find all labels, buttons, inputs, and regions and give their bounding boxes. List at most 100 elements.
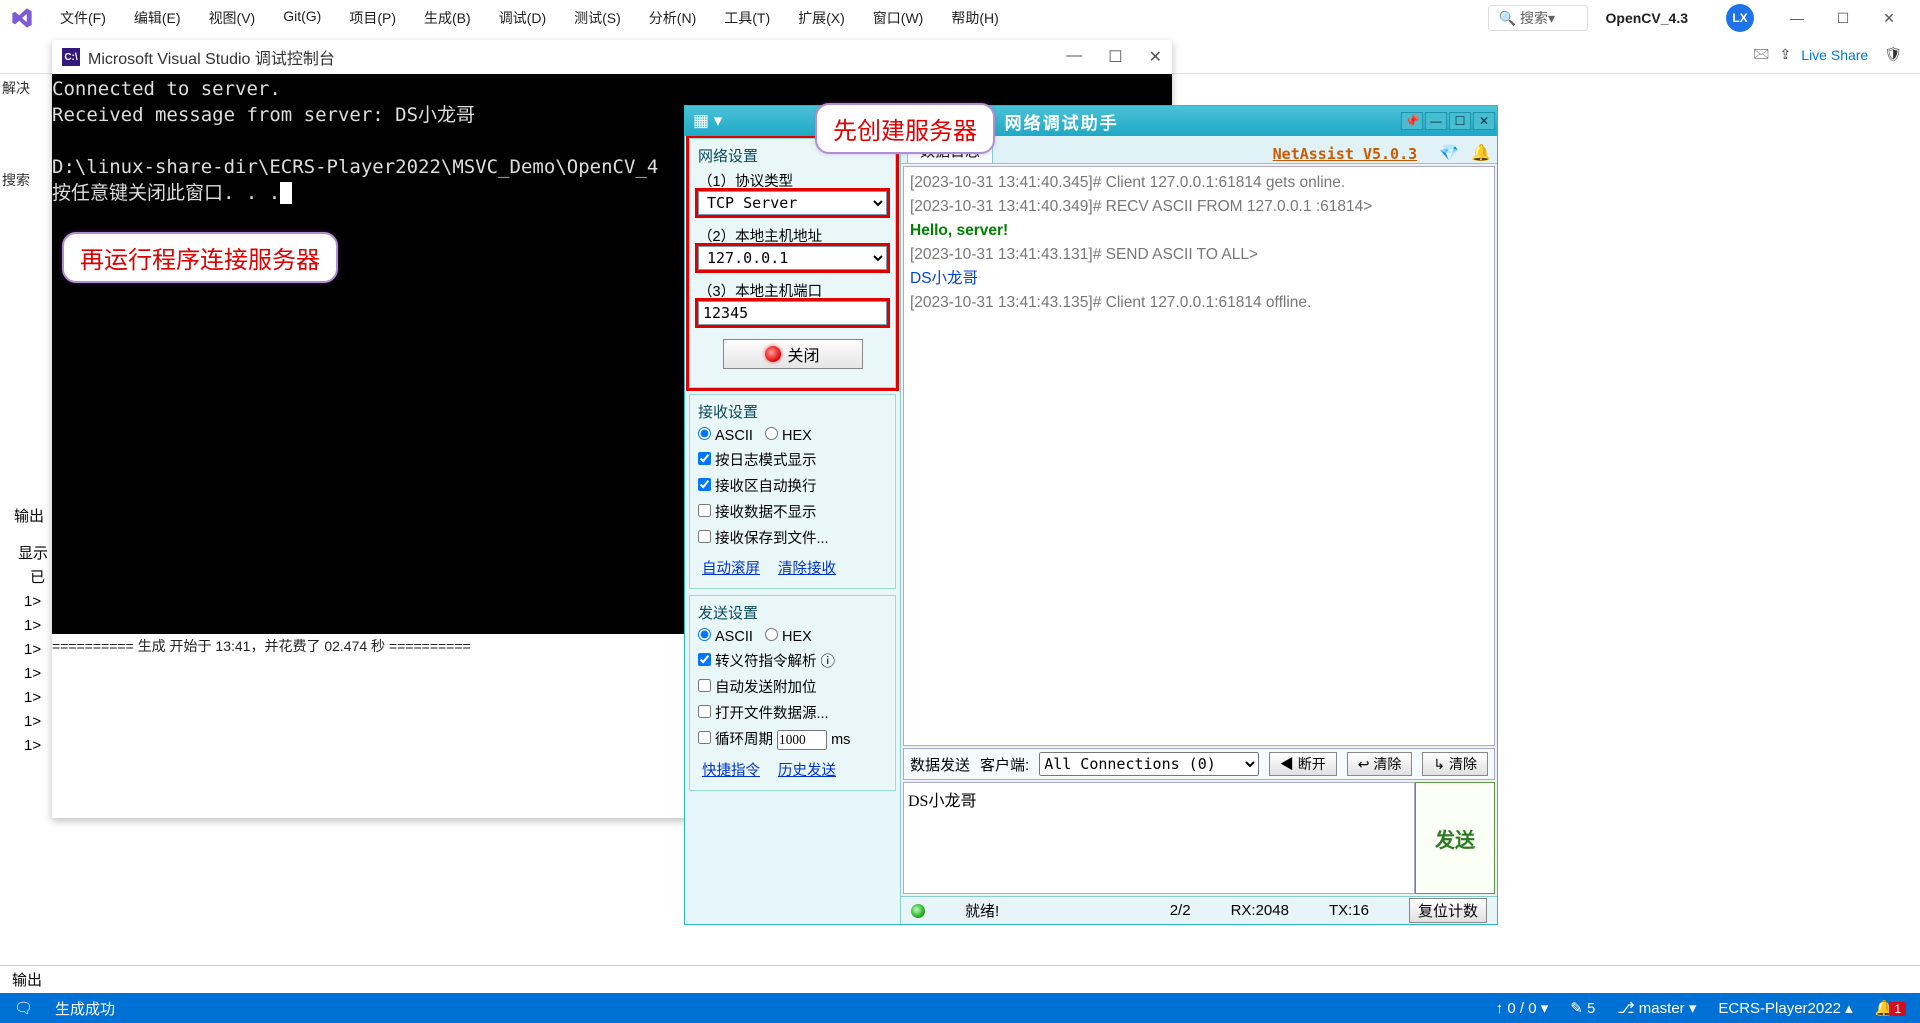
na-maximize-icon[interactable]: ☐ bbox=[1449, 112, 1471, 130]
clear-right-button[interactable]: ↳ 清除 bbox=[1422, 752, 1488, 776]
vs-logo-icon bbox=[8, 4, 36, 32]
vs-titlebar: 文件(F)编辑(E)视图(V)Git(G)项目(P)生成(B)调试(D)测试(S… bbox=[0, 0, 1920, 36]
output-tab-label[interactable]: 输出 bbox=[14, 505, 50, 526]
live-share-icon[interactable]: ⇪ bbox=[1780, 46, 1792, 63]
bell-icon[interactable]: 🔔1 bbox=[1875, 999, 1906, 1017]
recv-ascii-radio[interactable]: ASCII HEX bbox=[698, 427, 887, 444]
na-send-area: 发送 bbox=[903, 782, 1495, 894]
send-escape-check[interactable]: 转义符指令解析 ⓘ bbox=[698, 650, 887, 671]
clear-recv-link[interactable]: 清除接收 bbox=[778, 557, 836, 578]
na-statusbar: 就绪! 2/2 RX:2048 TX:16 复位计数 bbox=[901, 896, 1497, 924]
log-line: [2023-10-31 13:41:40.345]# Client 127.0.… bbox=[910, 171, 1488, 195]
menu-编辑(E)[interactable]: 编辑(E) bbox=[122, 4, 193, 32]
live-share-button[interactable]: Live Share bbox=[1801, 47, 1868, 63]
autoscroll-link[interactable]: 自动滚屏 bbox=[702, 557, 760, 578]
maximize-icon[interactable]: ☐ bbox=[1820, 10, 1866, 27]
netassist-window: ▦ ▾ 网络调试助手 📌 — ☐ ✕ 网络设置 （1）协议类型 TCP Serv… bbox=[684, 105, 1498, 925]
port-label: （3）本地主机端口 bbox=[698, 280, 887, 301]
repo-status[interactable]: ECRS-Player2022 ▴ bbox=[1718, 999, 1852, 1017]
log-line: Hello, server! bbox=[910, 219, 1488, 243]
recv-hide-check[interactable]: 接收数据不显示 bbox=[698, 501, 887, 522]
host-select[interactable]: 127.0.0.1 bbox=[698, 246, 887, 270]
menu-视图(V)[interactable]: 视图(V) bbox=[197, 4, 268, 32]
na-pin-icon[interactable]: 📌 bbox=[1401, 112, 1423, 130]
menu-帮助(H)[interactable]: 帮助(H) bbox=[939, 4, 1010, 32]
console-minimize-icon[interactable]: — bbox=[1066, 47, 1082, 67]
target-select[interactable]: All Connections (0) bbox=[1039, 752, 1259, 776]
network-settings-group: 网络设置 （1）协议类型 TCP Server （2）本地主机地址 127.0.… bbox=[689, 138, 896, 388]
menu-项目(P)[interactable]: 项目(P) bbox=[337, 4, 408, 32]
branch-status[interactable]: ⎇ master ▾ bbox=[1617, 999, 1696, 1017]
user-avatar[interactable]: LX bbox=[1726, 4, 1754, 32]
close-icon[interactable]: ✕ bbox=[1866, 10, 1912, 27]
send-button[interactable]: 发送 bbox=[1415, 782, 1495, 894]
menu-生成(B)[interactable]: 生成(B) bbox=[412, 4, 483, 32]
status-ready: 就绪! bbox=[965, 900, 999, 921]
send-ascii-radio[interactable]: ASCII HEX bbox=[698, 628, 887, 645]
send-cycle-check[interactable]: 循环周期 ms bbox=[698, 728, 887, 750]
admin-icon[interactable]: 🛡 bbox=[1884, 46, 1902, 63]
clear-left-button[interactable]: ↩ 清除 bbox=[1347, 752, 1413, 776]
recv-logmode-check[interactable]: 按日志模式显示 bbox=[698, 449, 887, 470]
build-row: 1> bbox=[24, 710, 54, 734]
solution-explorer-label: 解决 bbox=[2, 78, 50, 98]
client-label: 客户端: bbox=[980, 754, 1029, 775]
menu-Git(G)[interactable]: Git(G) bbox=[271, 4, 333, 32]
status-tx: TX:16 bbox=[1329, 902, 1369, 919]
cycle-input[interactable] bbox=[777, 730, 827, 750]
menu-工具(T)[interactable]: 工具(T) bbox=[712, 4, 782, 32]
nav-status[interactable]: ↑ 0 / 0 ▾ bbox=[1496, 999, 1549, 1017]
send-settings-group: 发送设置 ASCII HEX 转义符指令解析 ⓘ 自动发送附加位 打开文件数据源… bbox=[689, 595, 896, 791]
port-input[interactable] bbox=[698, 301, 887, 325]
cmd-icon: C:\ bbox=[62, 48, 80, 66]
na-menu-icon[interactable]: ▦ ▾ bbox=[685, 111, 722, 131]
send-openfile-check[interactable]: 打开文件数据源... bbox=[698, 702, 887, 723]
comment-icon[interactable]: 🗨 bbox=[14, 999, 33, 1017]
log-line: [2023-10-31 13:41:40.349]# RECV ASCII FR… bbox=[910, 195, 1488, 219]
na-version-link[interactable]: NetAssist V5.0.3 bbox=[1273, 145, 1428, 163]
vs-search-box[interactable]: 🔍 搜索▾ bbox=[1488, 5, 1588, 31]
menu-窗口(W)[interactable]: 窗口(W) bbox=[861, 4, 936, 32]
menu-扩展(X)[interactable]: 扩展(X) bbox=[786, 4, 857, 32]
close-connection-button[interactable]: 关闭 bbox=[723, 339, 863, 369]
build-row: 1> bbox=[24, 686, 54, 710]
feedback-icon[interactable]: 🖂 bbox=[1753, 43, 1769, 67]
send-textarea[interactable] bbox=[903, 782, 1415, 894]
log-line: DS小龙哥 bbox=[910, 267, 1488, 291]
console-close-icon[interactable]: ✕ bbox=[1149, 47, 1162, 67]
annotation-run-client: 再运行程序连接服务器 bbox=[62, 232, 338, 283]
send-append-check[interactable]: 自动发送附加位 bbox=[698, 676, 887, 697]
na-send-toolbar: 数据发送 客户端: All Connections (0) ◀ 断开 ↩ 清除 … bbox=[903, 748, 1495, 780]
vs-output-bottom-tab[interactable]: 输出 bbox=[0, 965, 1920, 993]
minimize-icon[interactable]: — bbox=[1774, 10, 1820, 26]
menu-测试(S)[interactable]: 测试(S) bbox=[562, 4, 633, 32]
disconnect-button[interactable]: ◀ 断开 bbox=[1269, 752, 1337, 776]
na-close-icon[interactable]: ✕ bbox=[1473, 112, 1495, 130]
display-label: 显示 bbox=[18, 542, 48, 563]
netassist-titlebar: ▦ ▾ 网络调试助手 📌 — ☐ ✕ bbox=[685, 106, 1497, 136]
document-name: OpenCV_4.3 bbox=[1606, 10, 1688, 26]
recv-autowrap-check[interactable]: 接收区自动换行 bbox=[698, 475, 887, 496]
menu-调试(D)[interactable]: 调试(D) bbox=[487, 4, 558, 32]
build-output-rows: 已 1> 1> 1> 1> 1> 1> 1> bbox=[24, 566, 54, 758]
menu-分析(N)[interactable]: 分析(N) bbox=[637, 4, 708, 32]
protocol-select[interactable]: TCP Server bbox=[698, 191, 887, 215]
vs-menu: 文件(F)编辑(E)视图(V)Git(G)项目(P)生成(B)调试(D)测试(S… bbox=[48, 4, 1011, 32]
na-minimize-icon[interactable]: — bbox=[1425, 112, 1447, 130]
na-main-panel: 数据日志 NetAssist V5.0.3 💎🔔 [2023-10-31 13:… bbox=[901, 136, 1497, 924]
status-rx: RX:2048 bbox=[1231, 902, 1289, 919]
history-link[interactable]: 历史发送 bbox=[778, 759, 836, 780]
reset-count-button[interactable]: 复位计数 bbox=[1409, 898, 1487, 923]
recv-savefile-check[interactable]: 接收保存到文件... bbox=[698, 527, 887, 548]
quick-cmd-link[interactable]: 快捷指令 bbox=[702, 759, 760, 780]
status-dot-icon bbox=[765, 346, 781, 362]
console-maximize-icon[interactable]: ☐ bbox=[1108, 47, 1122, 67]
log-line: [2023-10-31 13:41:43.135]# Client 127.0.… bbox=[910, 291, 1488, 315]
na-settings-panel: 网络设置 （1）协议类型 TCP Server （2）本地主机地址 127.0.… bbox=[685, 136, 901, 924]
data-send-label: 数据发送 bbox=[910, 754, 970, 775]
console-title-text: Microsoft Visual Studio 调试控制台 bbox=[88, 45, 335, 69]
host-label: （2）本地主机地址 bbox=[698, 225, 887, 246]
menu-文件(F)[interactable]: 文件(F) bbox=[48, 4, 118, 32]
edits-status[interactable]: ✎ 5 bbox=[1570, 999, 1595, 1017]
na-log-area: [2023-10-31 13:41:40.345]# Client 127.0.… bbox=[903, 166, 1495, 746]
